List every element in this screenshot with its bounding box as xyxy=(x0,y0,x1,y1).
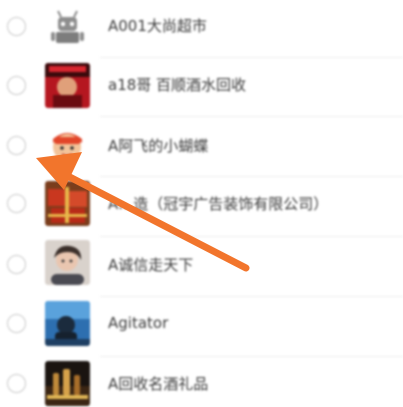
list-item[interactable]: A回收名酒礼品 xyxy=(0,356,403,407)
liquor-bottles-avatar-icon xyxy=(45,361,90,406)
select-radio[interactable] xyxy=(7,314,26,333)
select-radio[interactable] xyxy=(7,194,26,213)
select-radio[interactable] xyxy=(7,255,26,274)
contact-name: Agitator xyxy=(108,314,169,332)
contact-name: A001大尚超市 xyxy=(108,17,207,35)
select-radio[interactable] xyxy=(7,76,26,95)
contact-name: A…造（冠宇广告装饰有限公司） xyxy=(108,195,329,213)
list-item[interactable]: A001大尚超市 xyxy=(0,0,403,60)
blue-sky-avatar-icon xyxy=(45,301,90,346)
red-poster-avatar-icon xyxy=(45,63,90,108)
gift-box-avatar-icon xyxy=(45,181,90,226)
list-item[interactable]: A阿飞的小蝴蝶 xyxy=(0,116,403,177)
contact-name: A回收名酒礼品 xyxy=(108,375,209,393)
person-photo-avatar-icon xyxy=(45,240,90,285)
select-radio[interactable] xyxy=(7,17,26,36)
list-item[interactable]: a18哥 百顺酒水回收 xyxy=(0,57,403,117)
select-radio[interactable] xyxy=(7,136,26,155)
contact-name: a18哥 百顺酒水回收 xyxy=(108,76,247,94)
contact-select-list: A001大尚超市 a18哥 百顺酒水回收 A阿飞的小蝴蝶 A…造（冠宇广告装饰有… xyxy=(0,0,403,407)
contact-name: A阿飞的小蝴蝶 xyxy=(108,137,209,155)
list-item[interactable]: A诚信走天下 xyxy=(0,236,403,297)
cartoon-face-avatar-icon xyxy=(45,123,90,168)
select-radio[interactable] xyxy=(7,374,26,393)
android-robot-icon xyxy=(45,3,90,48)
list-item[interactable]: A…造（冠宇广告装饰有限公司） xyxy=(0,176,403,237)
contact-name: A诚信走天下 xyxy=(108,256,194,274)
list-item[interactable]: Agitator xyxy=(0,296,403,357)
